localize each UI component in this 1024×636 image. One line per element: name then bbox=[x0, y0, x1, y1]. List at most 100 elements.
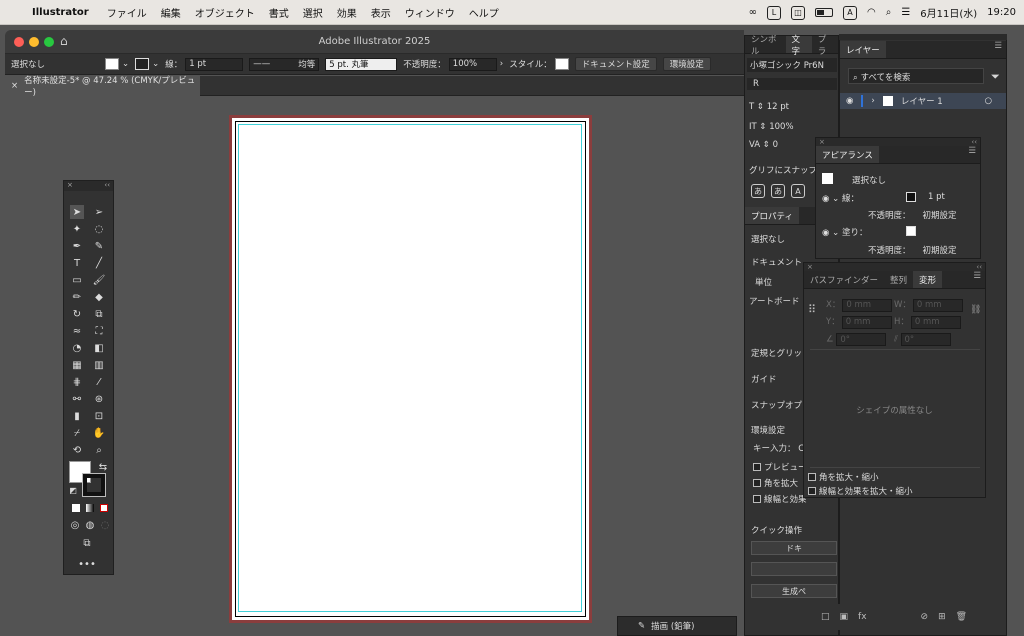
control-center-icon[interactable]: ☰ bbox=[901, 7, 910, 18]
layer-row[interactable]: ◉ › レイヤー 1 ○ bbox=[840, 93, 1006, 109]
zoom-tool-icon[interactable]: ⌕ bbox=[92, 443, 106, 457]
appearance-panel-grip[interactable]: × ‹‹ bbox=[816, 138, 980, 146]
stroke-swatch[interactable] bbox=[135, 58, 150, 70]
y-field[interactable]: Y： 0 mm bbox=[826, 315, 892, 329]
tab-plugins[interactable]: プラ bbox=[812, 35, 838, 57]
tab-appearance[interactable]: アピアランス bbox=[816, 146, 879, 163]
menu-view[interactable]: 表示 bbox=[371, 5, 391, 20]
props-rulers-grid[interactable]: 定規とグリッ bbox=[751, 347, 802, 359]
key-input-field[interactable]: キー入力： C bbox=[753, 442, 804, 454]
font-size-field[interactable]: T ⇕ 12 pt bbox=[749, 102, 789, 112]
expand-chevron-icon[interactable]: › bbox=[871, 96, 874, 106]
filter-icon[interactable]: ⏷ bbox=[991, 70, 1000, 84]
x-field[interactable]: X： 0 mm bbox=[826, 298, 893, 312]
artboard-tool-icon[interactable]: ⊡ bbox=[92, 409, 106, 423]
menu-help[interactable]: ヘルプ bbox=[469, 5, 499, 20]
input-mode-indicator[interactable]: A bbox=[842, 5, 857, 20]
clear-appearance-icon[interactable]: ⊘ bbox=[921, 612, 929, 622]
add-effect-icon[interactable]: fx bbox=[858, 612, 867, 622]
stroke-profile-select[interactable]: —— 均等 bbox=[249, 57, 320, 71]
rotate-angle-field[interactable]: ∠ 0° bbox=[826, 333, 887, 346]
draw-inside-icon[interactable]: ◌ bbox=[98, 518, 112, 532]
layers-search-input[interactable]: ⌕ すべてを検索 bbox=[848, 68, 984, 84]
shape-builder-icon[interactable]: ◔ bbox=[70, 341, 84, 355]
live-paint-icon[interactable]: ◧ bbox=[92, 341, 106, 355]
creative-cloud-icon[interactable]: ∞ bbox=[749, 7, 757, 18]
add-stroke-icon[interactable]: □ bbox=[821, 612, 830, 622]
wifi-icon[interactable]: ◠ bbox=[867, 7, 876, 18]
lasso-icon[interactable]: ◌ bbox=[92, 222, 106, 236]
draw-behind-icon[interactable]: ◍ bbox=[83, 518, 97, 532]
delete-item-icon[interactable]: 🗑 bbox=[956, 612, 967, 622]
magic-wand-icon[interactable]: ✦ bbox=[70, 222, 84, 236]
line-icon[interactable]: L bbox=[766, 5, 781, 20]
edit-toolbar-icon[interactable]: ••• bbox=[78, 557, 96, 571]
menu-type[interactable]: 書式 bbox=[269, 5, 289, 20]
menu-select[interactable]: 選択 bbox=[303, 5, 323, 20]
add-fill-icon[interactable]: ▣ bbox=[840, 612, 849, 622]
rectangle-tool-icon[interactable]: ▭ bbox=[70, 273, 84, 287]
tab-symbols[interactable]: シンボル bbox=[745, 35, 786, 57]
none-mode-icon[interactable] bbox=[100, 504, 108, 512]
scale-strokes-checkbox[interactable]: 線幅と効果 bbox=[753, 493, 807, 505]
tab-transform[interactable]: 変形 bbox=[913, 271, 943, 288]
tab-align[interactable]: 整列 bbox=[884, 271, 913, 288]
menu-effect[interactable]: 効果 bbox=[337, 5, 357, 20]
quick-action-document-button[interactable]: ドキ bbox=[751, 541, 837, 555]
w-field[interactable]: W： 0 mm bbox=[894, 298, 963, 312]
chevron-down-icon[interactable]: ⌄ bbox=[152, 59, 159, 69]
fill-swatch[interactable] bbox=[105, 58, 119, 70]
panel-menu-icon[interactable]: ☰ bbox=[968, 146, 980, 163]
line-tool-icon[interactable]: ╱ bbox=[92, 256, 106, 270]
gradient-icon[interactable]: ▥ bbox=[92, 358, 106, 372]
duplicate-item-icon[interactable]: ⊞ bbox=[938, 612, 946, 622]
close-tab-icon[interactable]: × bbox=[11, 81, 18, 91]
panel-menu-icon[interactable]: ☰ bbox=[994, 41, 1006, 58]
swap-colors-icon[interactable]: ⇆ bbox=[96, 460, 110, 474]
rotate-icon[interactable]: ↻ bbox=[70, 307, 84, 321]
menu-object[interactable]: オブジェクト bbox=[195, 5, 255, 20]
snap-em-box-icon[interactable]: あ bbox=[771, 184, 785, 198]
opacity-field[interactable]: 100% bbox=[448, 57, 497, 71]
screen-capture-icon[interactable]: ◫ bbox=[790, 5, 805, 20]
menu-app[interactable]: Illustrator bbox=[32, 7, 89, 18]
quick-action-button-2[interactable] bbox=[751, 562, 837, 576]
selection-tool-icon[interactable]: ➤ bbox=[70, 205, 84, 219]
menu-edit[interactable]: 編集 bbox=[161, 5, 181, 20]
tab-layers[interactable]: レイヤー bbox=[840, 41, 886, 58]
document-tab[interactable]: × 名称未設定-5* @ 47.24 % (CMYK/プレビュー) bbox=[5, 76, 200, 98]
default-colors-icon[interactable]: ◩ bbox=[66, 483, 80, 497]
hand-tool-icon[interactable]: ✋ bbox=[92, 426, 106, 440]
slice-icon[interactable]: ⌿ bbox=[70, 426, 84, 440]
vertical-scale-field[interactable]: IT ⇕ 100% bbox=[749, 122, 794, 132]
brush-select[interactable]: 5 pt. 丸筆 bbox=[325, 57, 398, 71]
pencil-icon[interactable]: ✏ bbox=[70, 290, 84, 304]
appearance-stroke-row[interactable]: ◉ ⌄ 線： 1 pt bbox=[822, 192, 980, 204]
preferences-button[interactable]: 環境設定 bbox=[662, 57, 711, 71]
search-icon[interactable]: ⌕ bbox=[886, 7, 892, 18]
props-guides[interactable]: ガイド bbox=[751, 373, 777, 385]
menu-file[interactable]: ファイル bbox=[107, 5, 147, 20]
symbol-sprayer-icon[interactable]: ⊛ bbox=[92, 392, 106, 406]
tab-character[interactable]: 文字 bbox=[785, 35, 812, 57]
mesh-icon[interactable]: ⋕ bbox=[70, 375, 84, 389]
snap-baseline-icon[interactable]: あ bbox=[751, 184, 765, 198]
menubar-time[interactable]: 19:20 bbox=[987, 7, 1016, 18]
link-proportions-icon[interactable]: ⛓ bbox=[970, 305, 981, 315]
preview-checkbox[interactable]: プレビュー bbox=[753, 461, 807, 473]
battery-icon[interactable] bbox=[814, 8, 833, 17]
color-mode-icon[interactable] bbox=[72, 504, 80, 512]
props-snap-options[interactable]: スナップオプ bbox=[751, 399, 802, 411]
curvature-icon[interactable]: ✎ bbox=[92, 239, 106, 253]
menubar-date[interactable]: 6月11日(水) bbox=[920, 5, 977, 20]
stroke-weight-field[interactable]: 1 pt bbox=[185, 57, 244, 71]
tracking-field[interactable]: VA ⇕ 0 bbox=[749, 140, 778, 150]
appearance-opacity-row[interactable]: 不透明度： 初期設定 bbox=[868, 209, 957, 221]
graph-tool-icon[interactable]: ▮ bbox=[70, 409, 84, 423]
font-style-field[interactable]: R bbox=[747, 78, 837, 90]
collapse-icon[interactable]: ‹‹ bbox=[104, 181, 110, 191]
type-tool-icon[interactable]: T bbox=[70, 256, 84, 270]
appearance-fill-row[interactable]: ◉ ⌄ 塗り： bbox=[822, 226, 980, 238]
reference-point-icon[interactable]: ⠿ bbox=[808, 303, 816, 316]
eraser-icon[interactable]: ◆ bbox=[92, 290, 106, 304]
